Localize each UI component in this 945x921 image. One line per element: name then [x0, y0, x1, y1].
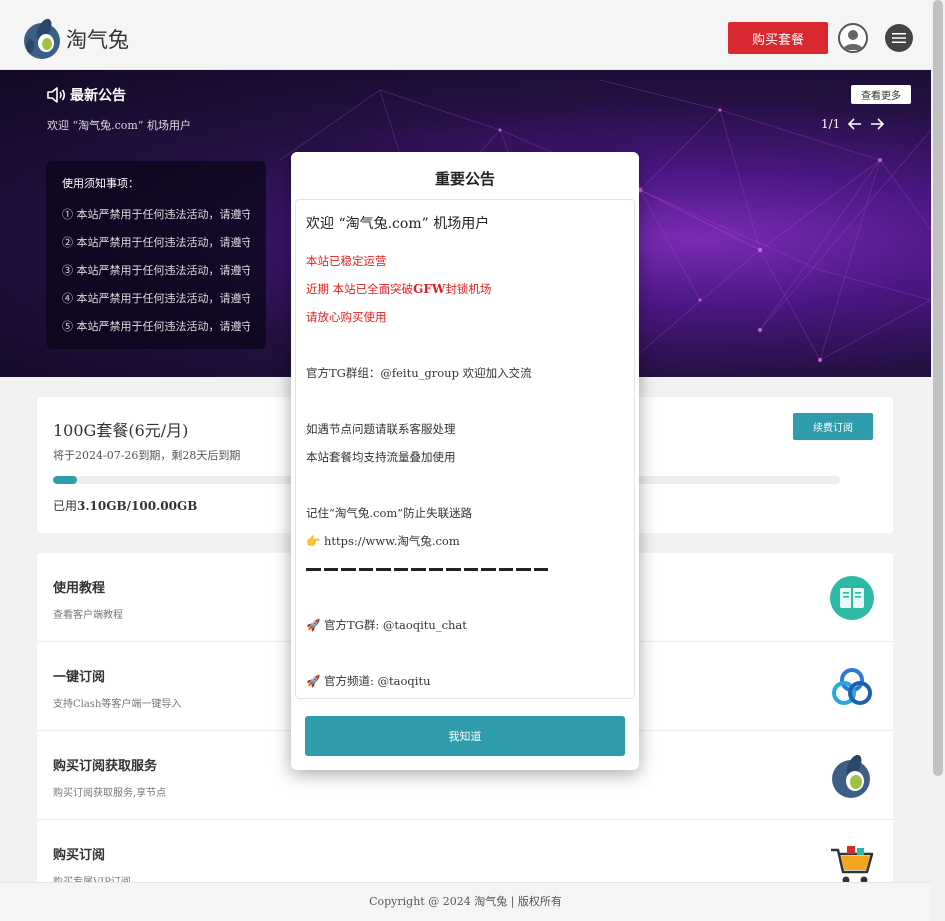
page-scrollbar[interactable]: [931, 0, 945, 921]
modal-site-line: 记住“淘气兔.com”防止失联迷路: [306, 506, 473, 520]
modal-red-line-prefix: 近期 本站已全面突破: [306, 282, 414, 296]
modal-divider: [306, 555, 624, 583]
modal-red-line: 请放心购买使用: [306, 310, 387, 324]
modal-tg-chat-line[interactable]: 🚀 官方TG群: @taoqitu_chat: [306, 611, 624, 639]
modal-info-line: 本站套餐均支持流量叠加使用: [306, 450, 456, 464]
modal-url-link[interactable]: 👉 https://www.淘气兔.com: [306, 527, 624, 555]
modal-red-line: 近期 本站已全面突破GFW封锁机场: [306, 275, 624, 303]
modal-red-line: 本站已稳定运营: [306, 254, 387, 268]
modal-content[interactable]: 欢迎 “淘气兔.com” 机场用户 本站已稳定运营 近期 本站已全面突破GFW封…: [295, 199, 635, 699]
modal-red-line-bold: GFW: [413, 282, 446, 296]
modal-tg-channel-line[interactable]: 🚀 官方频道: @taoqitu: [306, 667, 624, 695]
modal-title: 重要公告: [434, 170, 495, 188]
modal-tg-group-line[interactable]: 官方TG群组：@feitu_group 欢迎加入交流: [306, 359, 624, 387]
scrollbar-thumb[interactable]: [933, 0, 943, 776]
announcement-modal: 重要公告 欢迎 “淘气兔.com” 机场用户 本站已稳定运营 近期 本站已全面突…: [291, 152, 639, 770]
modal-info-line: 如遇节点问题请联系客服处理: [306, 422, 456, 436]
modal-confirm-button[interactable]: 我知道: [305, 716, 625, 756]
modal-red-line-suffix: 封锁机场: [445, 282, 492, 296]
modal-heading: 欢迎 “淘气兔.com” 机场用户: [306, 216, 490, 232]
